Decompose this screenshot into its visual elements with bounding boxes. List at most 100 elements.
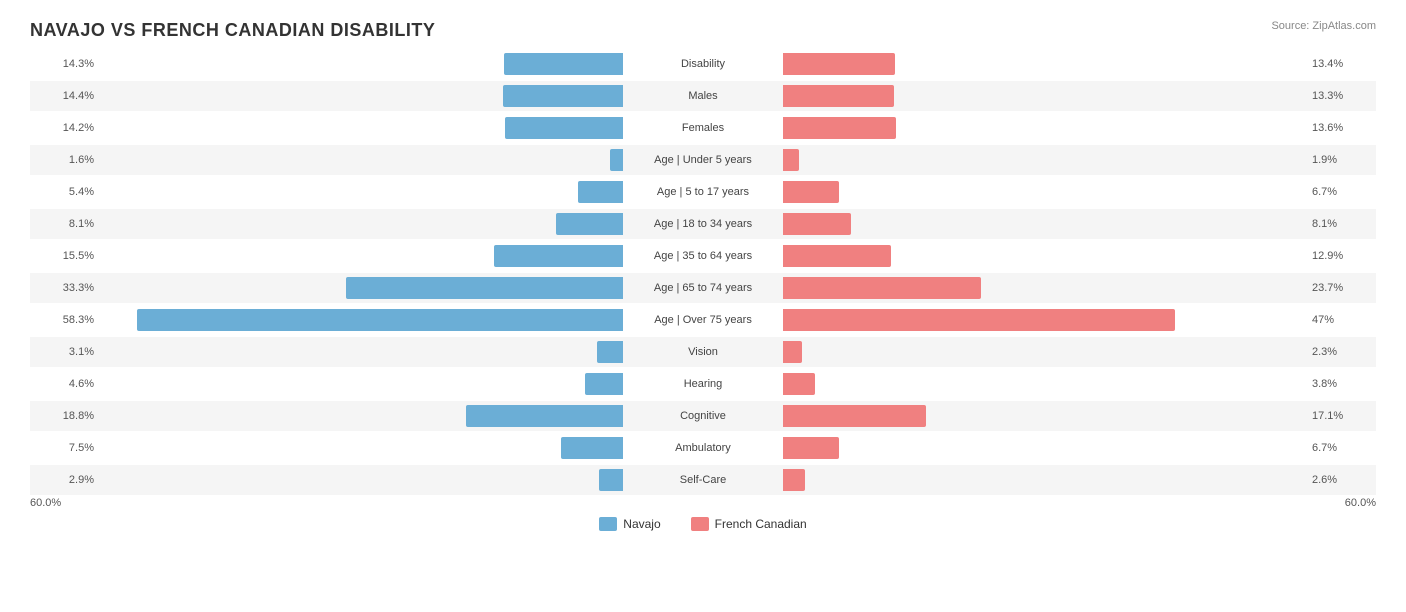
- right-bar-container: [783, 341, 1306, 363]
- left-value: 14.2%: [30, 122, 100, 134]
- right-value: 47%: [1306, 314, 1376, 326]
- bar-blue: [346, 277, 624, 299]
- row-label: Age | 65 to 74 years: [623, 282, 783, 294]
- bar-row: 5.4% Age | 5 to 17 years 6.7%: [30, 177, 1376, 207]
- bar-blue: [137, 309, 623, 331]
- right-bar-container: [783, 469, 1306, 491]
- left-bar-container: [100, 437, 623, 459]
- left-value: 7.5%: [30, 442, 100, 454]
- row-label: Males: [623, 90, 783, 102]
- right-bar-container: [783, 245, 1306, 267]
- bar-pink: [783, 85, 894, 107]
- row-label: Age | 5 to 17 years: [623, 186, 783, 198]
- legend-navajo: Navajo: [599, 517, 660, 531]
- bar-row: 18.8% Cognitive 17.1%: [30, 401, 1376, 431]
- left-value: 15.5%: [30, 250, 100, 262]
- row-label: Hearing: [623, 378, 783, 390]
- row-label: Age | Under 5 years: [623, 154, 783, 166]
- bar-pink: [783, 53, 895, 75]
- right-value: 13.4%: [1306, 58, 1376, 70]
- bar-row: 33.3% Age | 65 to 74 years 23.7%: [30, 273, 1376, 303]
- left-bar-container: [100, 213, 623, 235]
- bottom-left-label: 60.0%: [30, 497, 61, 509]
- bar-blue: [610, 149, 623, 171]
- left-value: 1.6%: [30, 154, 100, 166]
- row-label: Cognitive: [623, 410, 783, 422]
- bar-row: 8.1% Age | 18 to 34 years 8.1%: [30, 209, 1376, 239]
- legend: Navajo French Canadian: [30, 517, 1376, 531]
- bar-row: 14.4% Males 13.3%: [30, 81, 1376, 111]
- left-value: 3.1%: [30, 346, 100, 358]
- right-value: 3.8%: [1306, 378, 1376, 390]
- left-value: 5.4%: [30, 186, 100, 198]
- chart-container: NAVAJO VS FRENCH CANADIAN DISABILITY Sou…: [0, 0, 1406, 612]
- row-label: Age | 18 to 34 years: [623, 218, 783, 230]
- legend-french-label: French Canadian: [715, 517, 807, 531]
- left-bar-container: [100, 53, 623, 75]
- left-bar-container: [100, 181, 623, 203]
- bar-row: 15.5% Age | 35 to 64 years 12.9%: [30, 241, 1376, 271]
- bar-pink: [783, 213, 851, 235]
- right-bar-container: [783, 149, 1306, 171]
- right-value: 2.6%: [1306, 474, 1376, 486]
- right-bar-container: [783, 277, 1306, 299]
- left-value: 8.1%: [30, 218, 100, 230]
- left-bar-container: [100, 405, 623, 427]
- bar-pink: [783, 437, 839, 459]
- bar-row: 3.1% Vision 2.3%: [30, 337, 1376, 367]
- bar-blue: [505, 117, 623, 139]
- bar-pink: [783, 181, 839, 203]
- row-label: Ambulatory: [623, 442, 783, 454]
- source-label: Source: ZipAtlas.com: [1271, 20, 1376, 32]
- right-bar-container: [783, 85, 1306, 107]
- legend-blue-box: [599, 517, 617, 531]
- left-value: 58.3%: [30, 314, 100, 326]
- right-bar-container: [783, 437, 1306, 459]
- left-value: 4.6%: [30, 378, 100, 390]
- left-value: 33.3%: [30, 282, 100, 294]
- bar-pink: [783, 277, 981, 299]
- left-bar-container: [100, 341, 623, 363]
- right-bar-container: [783, 309, 1306, 331]
- left-bar-container: [100, 373, 623, 395]
- bottom-labels: 60.0% 60.0%: [30, 497, 1376, 509]
- legend-french: French Canadian: [691, 517, 807, 531]
- bar-row: 7.5% Ambulatory 6.7%: [30, 433, 1376, 463]
- bar-pink: [783, 469, 805, 491]
- row-label: Disability: [623, 58, 783, 70]
- bar-row: 4.6% Hearing 3.8%: [30, 369, 1376, 399]
- bar-blue: [504, 53, 623, 75]
- left-value: 14.3%: [30, 58, 100, 70]
- right-value: 23.7%: [1306, 282, 1376, 294]
- right-value: 1.9%: [1306, 154, 1376, 166]
- left-bar-container: [100, 85, 623, 107]
- right-bar-container: [783, 117, 1306, 139]
- bar-pink: [783, 117, 896, 139]
- legend-navajo-label: Navajo: [623, 517, 660, 531]
- bottom-right-label: 60.0%: [1345, 497, 1376, 509]
- left-value: 18.8%: [30, 410, 100, 422]
- bar-row: 1.6% Age | Under 5 years 1.9%: [30, 145, 1376, 175]
- right-value: 6.7%: [1306, 442, 1376, 454]
- chart-title: NAVAJO VS FRENCH CANADIAN DISABILITY: [30, 20, 1376, 41]
- right-value: 13.6%: [1306, 122, 1376, 134]
- left-value: 14.4%: [30, 90, 100, 102]
- left-bar-container: [100, 309, 623, 331]
- bar-blue: [466, 405, 623, 427]
- row-label: Vision: [623, 346, 783, 358]
- bars-area: 14.3% Disability 13.4% 14.4% Males 13.3%…: [30, 49, 1376, 495]
- right-bar-container: [783, 373, 1306, 395]
- bar-blue: [503, 85, 623, 107]
- right-value: 6.7%: [1306, 186, 1376, 198]
- left-value: 2.9%: [30, 474, 100, 486]
- right-value: 2.3%: [1306, 346, 1376, 358]
- bar-blue: [556, 213, 624, 235]
- bar-pink: [783, 309, 1175, 331]
- bar-blue: [578, 181, 623, 203]
- bar-blue: [585, 373, 623, 395]
- row-label: Self-Care: [623, 474, 783, 486]
- bar-blue: [561, 437, 624, 459]
- right-value: 13.3%: [1306, 90, 1376, 102]
- right-value: 12.9%: [1306, 250, 1376, 262]
- bar-blue: [494, 245, 623, 267]
